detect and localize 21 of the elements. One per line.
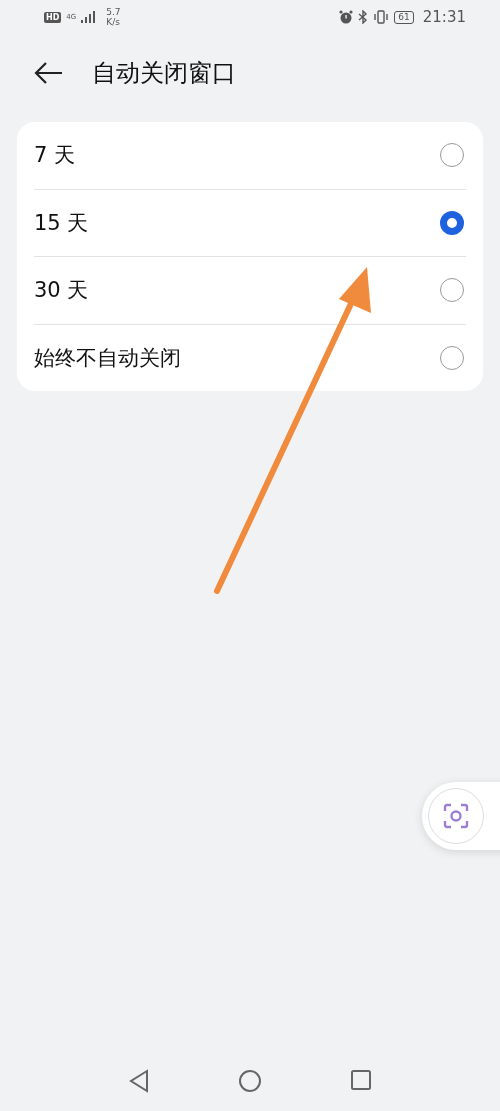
page-title: 自动关闭窗口 bbox=[92, 58, 236, 89]
signal-icon bbox=[81, 11, 96, 23]
scan-icon bbox=[441, 801, 471, 831]
option-row[interactable]: 始终不自动关闭 bbox=[34, 323, 466, 391]
option-label: 15 天 bbox=[34, 209, 89, 237]
bluetooth-icon bbox=[358, 10, 369, 24]
alarm-icon bbox=[339, 10, 354, 24]
option-label: 始终不自动关闭 bbox=[34, 344, 181, 372]
clock-time: 21:31 bbox=[422, 8, 466, 26]
scan-button[interactable] bbox=[422, 782, 500, 850]
vibrate-icon bbox=[373, 10, 390, 24]
radio-button[interactable] bbox=[440, 210, 464, 235]
option-row[interactable]: 15 天 bbox=[34, 188, 466, 256]
option-row[interactable]: 7 天 bbox=[34, 122, 466, 189]
speed-unit: K/s bbox=[106, 17, 121, 27]
battery-icon: 61 bbox=[394, 10, 414, 24]
speed-value: 5.7 bbox=[106, 7, 121, 17]
hd-badge: HD bbox=[44, 11, 62, 23]
option-label: 30 天 bbox=[34, 277, 89, 305]
option-label: 7 天 bbox=[34, 142, 76, 170]
back-button[interactable] bbox=[34, 61, 64, 85]
